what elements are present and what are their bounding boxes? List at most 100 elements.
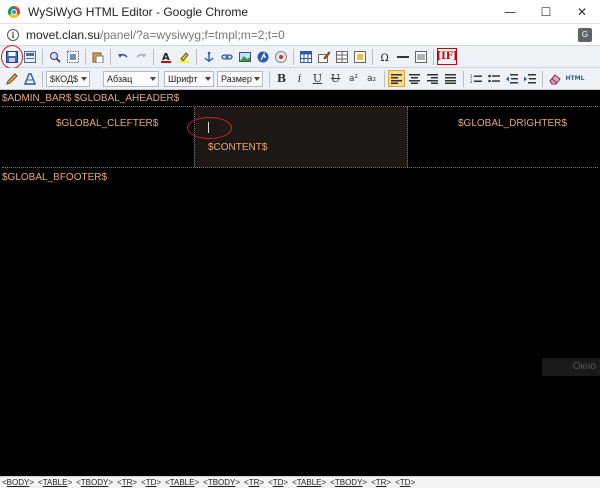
url-field[interactable]: movet.clan.su/panel/?a=wysiwyg;f=tmpl;m=… bbox=[26, 28, 578, 42]
align-right-button[interactable] bbox=[424, 70, 441, 87]
template-variable-right: $GLOBAL_DRIGHTER$ bbox=[458, 118, 567, 129]
preview-icon bbox=[23, 50, 36, 63]
address-bar: i movet.clan.su/panel/?a=wysiwyg;f=tmpl;… bbox=[0, 24, 600, 46]
svg-text:Ω: Ω bbox=[380, 53, 388, 63]
text-style-button[interactable] bbox=[21, 70, 38, 87]
link-button[interactable] bbox=[218, 48, 235, 65]
tag-path-item[interactable]: <TBODY> bbox=[76, 478, 113, 487]
page-break-button[interactable] bbox=[412, 48, 429, 65]
table-cell-left[interactable]: $GLOBAL_CLEFTER$ bbox=[2, 107, 192, 167]
undo-button[interactable] bbox=[114, 48, 131, 65]
paste-button[interactable] bbox=[89, 48, 106, 65]
bold-button[interactable]: B bbox=[273, 70, 290, 87]
url-path: /panel/?a=wysiwyg;f=tmpl;m=2;t=0 bbox=[100, 27, 285, 42]
chevron-down-icon bbox=[254, 76, 260, 81]
select-all-button[interactable] bbox=[64, 48, 81, 65]
indent-icon bbox=[523, 73, 536, 83]
edit-source-button[interactable] bbox=[3, 70, 20, 87]
toolbar-separator bbox=[153, 48, 154, 65]
insert-image-button[interactable] bbox=[236, 48, 253, 65]
horizontal-rule-icon bbox=[396, 55, 409, 58]
tag-path-item[interactable]: <TD> bbox=[268, 478, 288, 487]
select-all-icon bbox=[66, 50, 79, 63]
redo-button[interactable] bbox=[132, 48, 149, 65]
underline-button[interactable]: U bbox=[309, 70, 326, 87]
tag-path-item[interactable]: <TR> bbox=[371, 478, 391, 487]
italic-button[interactable]: i bbox=[291, 70, 308, 87]
tag-path-item[interactable]: <TD> bbox=[141, 478, 161, 487]
minimize-button[interactable]: — bbox=[492, 0, 528, 24]
cell-properties-button[interactable] bbox=[351, 48, 368, 65]
tag-path-item[interactable]: <TABLE> bbox=[292, 478, 326, 487]
redo-icon bbox=[135, 53, 146, 58]
unordered-list-button[interactable] bbox=[485, 70, 502, 87]
if-condition-button[interactable]: [IF] bbox=[436, 48, 458, 65]
floppy-disk-icon bbox=[5, 50, 18, 63]
superscript-button[interactable]: a² bbox=[345, 70, 362, 87]
ordered-list-icon: 12 bbox=[470, 74, 482, 84]
toolbar-separator bbox=[372, 48, 373, 65]
template-variable-footer: $GLOBAL_BFOOTER$ bbox=[2, 172, 108, 183]
clean-format-button[interactable] bbox=[546, 70, 563, 87]
font-select-value: Шрифт bbox=[168, 73, 198, 84]
align-left-button[interactable] bbox=[388, 70, 405, 87]
tag-path-item[interactable]: <TD> bbox=[395, 478, 415, 487]
info-icon[interactable]: i bbox=[7, 28, 19, 41]
table-properties-icon bbox=[335, 50, 348, 63]
clipboard-icon bbox=[92, 52, 103, 63]
url-domain: movet.clan.su bbox=[26, 27, 101, 42]
tag-path-item[interactable]: <TABLE> bbox=[38, 478, 72, 487]
insert-media-button[interactable] bbox=[272, 48, 289, 65]
close-button[interactable]: ✕ bbox=[564, 0, 600, 24]
cell-properties-icon bbox=[353, 50, 366, 63]
window-title: WySiWyG HTML Editor - Google Chrome bbox=[28, 4, 249, 19]
size-select[interactable]: Размер bbox=[217, 70, 263, 87]
tag-path-item[interactable]: <BODY> bbox=[2, 478, 34, 487]
chevron-down-icon bbox=[205, 76, 211, 81]
table-properties-button[interactable] bbox=[333, 48, 350, 65]
wysiwyg-editor-area[interactable]: $ADMIN_BAR$ $GLOBAL_AHEADER$ $GLOBAL_CLE… bbox=[0, 90, 600, 476]
tag-path-item[interactable]: <TABLE> bbox=[165, 478, 199, 487]
insert-table-button[interactable] bbox=[297, 48, 314, 65]
translate-icon[interactable]: G bbox=[578, 27, 592, 42]
strikethrough-button[interactable]: U bbox=[327, 70, 344, 87]
align-center-button[interactable] bbox=[406, 70, 423, 87]
table-cell-right[interactable]: $GLOBAL_DRIGHTER$ bbox=[410, 107, 598, 167]
special-char-button[interactable]: Ω bbox=[376, 48, 393, 65]
highlight-color-button[interactable] bbox=[175, 48, 192, 65]
tag-path-item[interactable]: <TBODY> bbox=[203, 478, 240, 487]
align-justify-button[interactable] bbox=[442, 70, 459, 87]
chevron-down-icon bbox=[81, 76, 87, 81]
edit-table-button[interactable] bbox=[315, 48, 332, 65]
tag-path-item[interactable]: <TBODY> bbox=[330, 478, 367, 487]
subscript-button[interactable]: a₂ bbox=[363, 70, 380, 87]
save-button[interactable] bbox=[3, 48, 20, 65]
image-icon bbox=[238, 51, 251, 62]
anchor-button[interactable] bbox=[200, 48, 217, 65]
table-cell-center[interactable]: $CONTENT$ bbox=[194, 107, 408, 167]
outdent-button[interactable] bbox=[503, 70, 520, 87]
chevron-down-icon bbox=[150, 76, 156, 81]
find-button[interactable] bbox=[46, 48, 63, 65]
horizontal-rule-button[interactable] bbox=[394, 48, 411, 65]
ordered-list-button[interactable]: 12 bbox=[467, 70, 484, 87]
tag-path-item[interactable]: <TR> bbox=[244, 478, 264, 487]
toolbar-separator bbox=[269, 70, 270, 87]
preview-button[interactable] bbox=[21, 48, 38, 65]
tag-path-item[interactable]: <TR> bbox=[117, 478, 137, 487]
media-icon bbox=[274, 50, 287, 63]
font-select[interactable]: Шрифт bbox=[164, 70, 214, 87]
html-mode-button[interactable]: HTML bbox=[564, 70, 586, 87]
maximize-button[interactable]: ☐ bbox=[528, 0, 564, 24]
undo-icon bbox=[117, 53, 128, 58]
template-variable-left: $GLOBAL_CLEFTER$ bbox=[56, 118, 159, 129]
indent-button[interactable] bbox=[521, 70, 538, 87]
paragraph-select[interactable]: Абзац bbox=[103, 70, 159, 87]
toolbar-separator bbox=[463, 70, 464, 87]
toolbar-separator bbox=[42, 48, 43, 65]
text-color-button[interactable]: A bbox=[157, 48, 174, 65]
code-select[interactable]: $КОД$ bbox=[46, 70, 90, 87]
toolbar-separator bbox=[85, 48, 86, 65]
insert-flash-button[interactable] bbox=[254, 48, 271, 65]
unordered-list-icon bbox=[487, 74, 500, 82]
